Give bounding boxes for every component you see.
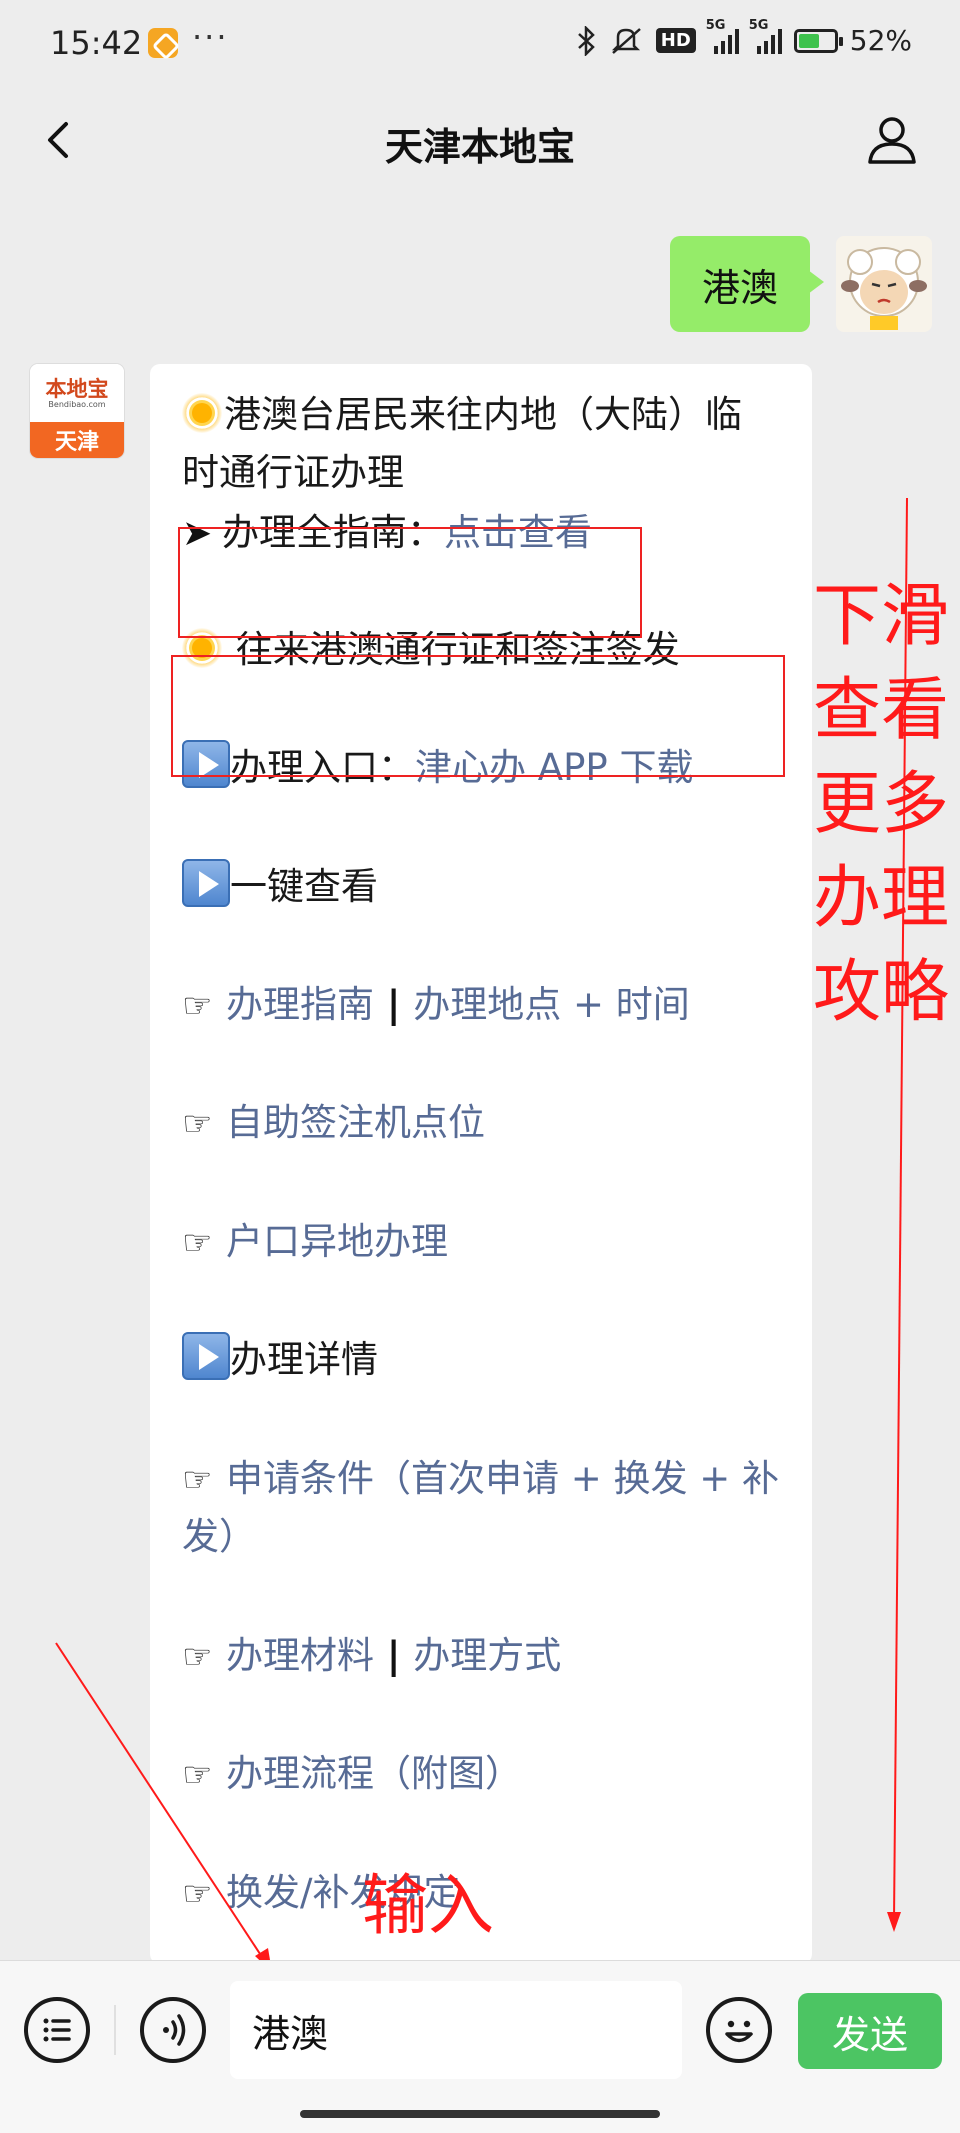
emoji-glyph: [725, 2020, 753, 2043]
home-indicator[interactable]: [300, 2110, 660, 2118]
voice-glyph: [163, 2014, 186, 2046]
emoji-icon[interactable]: [706, 1997, 772, 2063]
input-bar: 港澳 发送: [0, 1960, 960, 2133]
voice-icon[interactable]: [140, 1997, 206, 2063]
list-menu-icon[interactable]: [24, 1997, 90, 2063]
divider: [114, 2005, 116, 2055]
send-button[interactable]: 发送: [798, 1993, 942, 2069]
annotation-arrows: [55, 497, 908, 1972]
message-input[interactable]: 港澳: [230, 1981, 682, 2079]
list-menu-glyph: [43, 2018, 71, 2042]
